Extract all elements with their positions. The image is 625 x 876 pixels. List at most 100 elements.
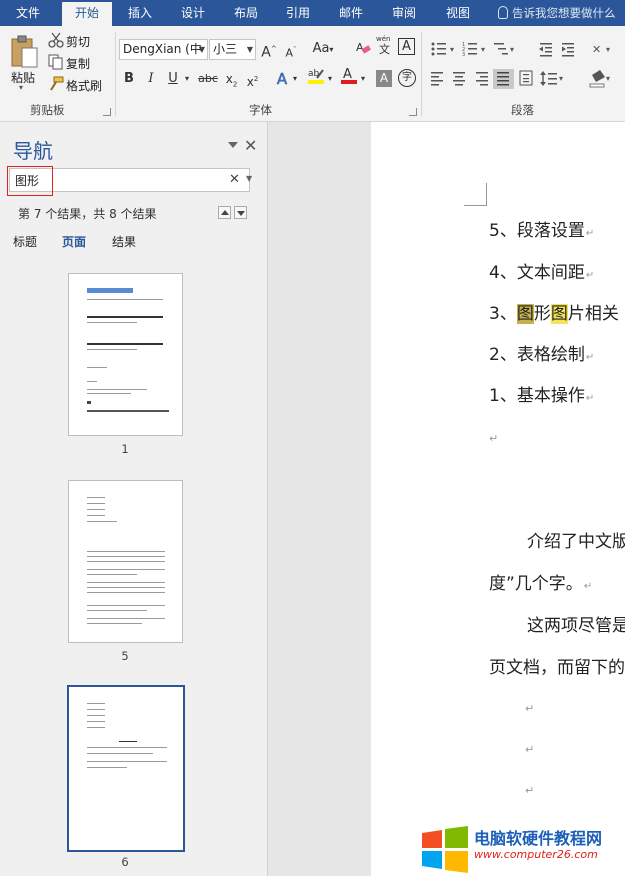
search-highlight-box [7, 166, 53, 196]
windows-logo-icon [422, 826, 468, 873]
paste-button[interactable]: 粘贴 ▾ [6, 30, 40, 94]
chevron-down-icon[interactable]: ▾ [182, 69, 192, 89]
tab-references[interactable]: 引用 [278, 0, 318, 26]
navigation-pane: 导航 ✕ 图形 ✕ ▼ 第 7 个结果，共 8 个结果 标题 页面 结果 1 5… [0, 122, 268, 876]
svg-text:▾: ▾ [510, 45, 514, 54]
copy-icon [48, 54, 63, 70]
font-size-combo[interactable]: 小三 ▼ [209, 39, 256, 60]
doc-line-text: 形 [533, 304, 551, 324]
margin-corner-mark [464, 183, 487, 206]
phonetic-guide-label: wén [376, 35, 391, 43]
close-icon[interactable]: ✕ [244, 136, 257, 155]
copy-label: 复制 [66, 57, 91, 71]
tab-results[interactable]: 结果 [112, 233, 136, 250]
italic-button[interactable]: I [144, 69, 158, 89]
paragraph-row2-icons: ▾ ▾ [431, 69, 610, 89]
doc-line-prefix: 3、 [489, 304, 517, 324]
character-shading-button[interactable]: A [376, 70, 392, 87]
page-thumbnail[interactable] [68, 480, 183, 643]
doc-line-text: 5、段落设置 [489, 221, 585, 241]
doc-line-text: 4、文本间距 [489, 263, 585, 283]
clipboard-paste-icon [11, 35, 38, 68]
font-size-value: 小三 [213, 42, 238, 56]
text-effects-button[interactable]: A [274, 69, 290, 89]
tab-headings[interactable]: 标题 [13, 233, 37, 250]
chevron-down-icon: ▾ [329, 45, 334, 54]
page-thumbnail[interactable] [68, 273, 183, 436]
highlight-color-button[interactable]: ab [307, 66, 325, 86]
doc-line: 1、基本操作↵ [489, 386, 595, 406]
format-painter-button[interactable]: 格式刷 [47, 76, 109, 94]
tab-file[interactable]: 文件 [8, 0, 48, 26]
phonetic-guide-button[interactable]: wén 文 [376, 35, 392, 56]
search-hit: 图 [550, 304, 568, 324]
paragraph-row1-icons: ▾ 1 2 3 ▾ ▾ ✕ ▾ [431, 42, 610, 58]
svg-text:✕: ✕ [592, 43, 601, 56]
ribbon: 粘贴 ▾ 剪切 复制 格式刷 剪贴板 DengXian (中 ▼ 小三 ▼ A^… [0, 26, 625, 122]
paintbrush-icon [50, 76, 64, 91]
phonetic-char-icon: 文 [379, 43, 390, 56]
doc-line-text: 1、基本操作 [489, 386, 585, 406]
font-color-icon: A [341, 67, 357, 84]
search-hit-current: 图 [516, 304, 534, 324]
copy-button[interactable]: 复制 [47, 54, 107, 72]
page-number: 6 [121, 855, 129, 869]
lightbulb-icon [498, 6, 508, 19]
tab-review[interactable]: 审阅 [384, 0, 424, 26]
chevron-down-icon[interactable]: ▼ [246, 174, 252, 183]
font-name-combo[interactable]: DengXian (中 ▼ [119, 39, 208, 60]
font-color-button[interactable]: A [340, 66, 358, 86]
paragraph-mark: ↵ [525, 743, 535, 756]
clipboard-group-label: 剪贴板 [30, 103, 65, 117]
shrink-font-button[interactable]: Aˇ [284, 40, 298, 60]
character-border-button[interactable]: A [398, 38, 415, 55]
font-launcher-icon[interactable] [409, 108, 417, 116]
doc-line-text: 片相关 [567, 304, 619, 324]
enclose-characters-button[interactable]: 字 [398, 69, 416, 87]
chevron-down-icon[interactable]: ▾ [359, 69, 367, 89]
doc-line-text: 2、表格绘制 [489, 345, 585, 365]
change-case-label: Aa [312, 41, 330, 56]
svg-text:▾: ▾ [559, 74, 563, 83]
bold-button[interactable]: B [122, 69, 136, 89]
tab-layout[interactable]: 布局 [226, 0, 266, 26]
tab-insert[interactable]: 插入 [120, 0, 160, 26]
page-thumbnail-selected[interactable] [67, 685, 185, 852]
clear-search-icon[interactable]: ✕ [229, 172, 240, 187]
tab-mailings[interactable]: 邮件 [331, 0, 371, 26]
tab-view[interactable]: 视图 [437, 0, 479, 26]
tab-design[interactable]: 设计 [173, 0, 213, 26]
strikethrough-button[interactable]: abc [197, 69, 219, 89]
tell-me-box[interactable]: 告诉我您想要做什么 [498, 0, 616, 26]
chevron-down-icon[interactable]: ▾ [291, 69, 299, 89]
paragraph-mark: ↵ [525, 784, 535, 797]
next-result-button[interactable] [234, 206, 247, 219]
paragraph-mark: ↵ [525, 702, 535, 715]
svg-text:A: A [343, 67, 352, 82]
clipboard-launcher-icon[interactable] [103, 108, 111, 116]
doc-paragraph-line: 这两项尽管是 [527, 616, 625, 636]
highlighter-icon: ab [308, 69, 324, 84]
previous-result-button[interactable] [218, 206, 231, 219]
svg-text:▾: ▾ [606, 45, 610, 54]
change-case-button[interactable]: Aa▾ [311, 39, 335, 59]
tab-pages[interactable]: 页面 [62, 233, 86, 250]
clear-formatting-button[interactable]: A [355, 39, 371, 59]
paragraph-mark: ↵ [489, 432, 499, 445]
doc-line: 5、段落设置↵ [489, 221, 595, 241]
doc-line: 2、表格绘制↵ [489, 345, 595, 365]
eraser-icon: A [356, 41, 371, 54]
superscript-button[interactable]: x2 [245, 69, 260, 89]
page-number: 5 [121, 649, 129, 663]
tab-home[interactable]: 开始 [62, 2, 112, 26]
nav-options-icon[interactable] [228, 142, 238, 148]
subscript-button[interactable]: x2 [224, 69, 239, 89]
chevron-down-icon[interactable]: ▾ [326, 69, 334, 89]
watermark-title: 电脑软硬件教程网 [474, 829, 603, 848]
svg-text:A: A [356, 41, 364, 54]
cut-button[interactable]: 剪切 [47, 32, 107, 50]
underline-button[interactable]: U [166, 69, 180, 89]
grow-font-button[interactable]: A^ [261, 39, 277, 61]
ribbon-tab-bar: 文件 开始 插入 设计 布局 引用 邮件 审阅 视图 告诉我您想要做什么 [0, 0, 625, 26]
doc-line: 4、文本间距↵ [489, 263, 595, 283]
